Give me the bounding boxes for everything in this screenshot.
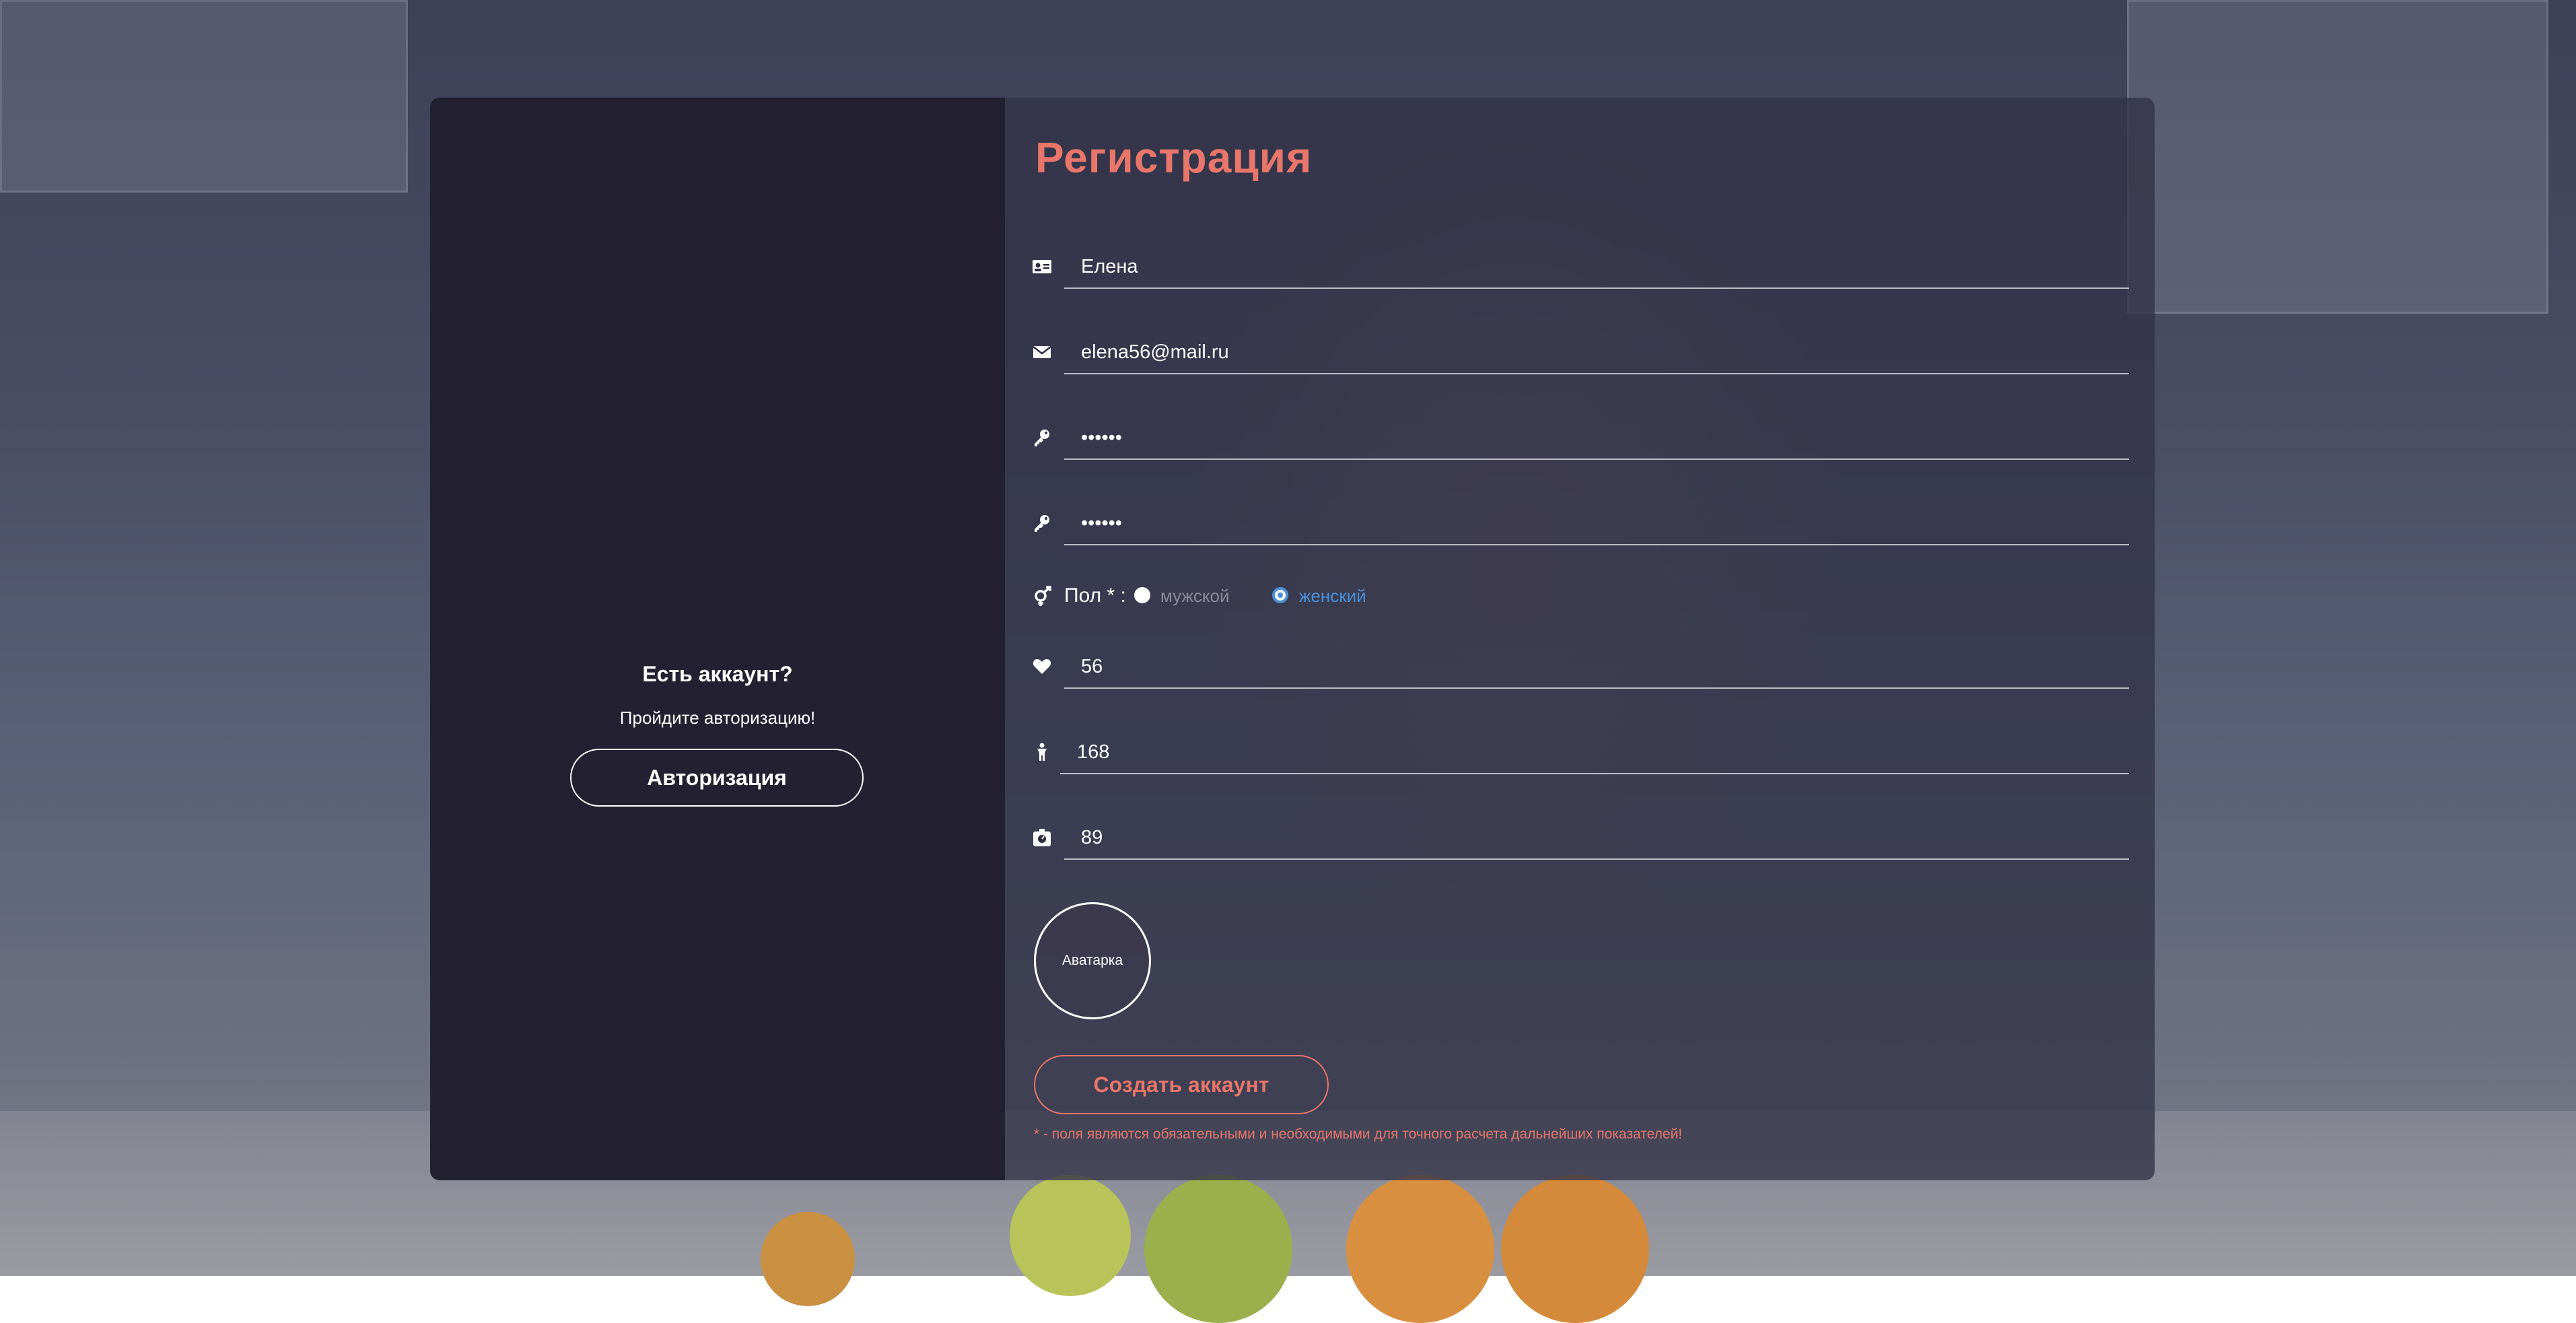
email-input[interactable]: elena56@mail.ru <box>1064 330 2129 374</box>
background-orange <box>1501 1175 1649 1323</box>
key-icon <box>1035 515 1049 532</box>
key-icon <box>1035 430 1049 446</box>
background-window <box>0 0 408 193</box>
name-input[interactable]: Елена <box>1064 244 2129 289</box>
login-prompt-subtitle: Пройдите авторизацию! <box>619 708 816 728</box>
gender-male-radio[interactable] <box>1134 587 1150 603</box>
password-input[interactable]: •••••• <box>1064 415 2129 460</box>
gender-selector: Пол * : мужской женский <box>1032 579 1840 613</box>
registration-form: Регистрация Елена elena56@mail.ru ••••••… <box>1005 98 2155 1180</box>
name-field: Елена <box>1032 244 2129 292</box>
id-card-icon <box>1033 260 1051 273</box>
gender-male-label[interactable]: мужской <box>1160 586 1230 607</box>
password-field: •••••• <box>1032 415 2129 463</box>
weight-field: 89 <box>1032 815 2129 862</box>
avatar-upload[interactable]: Аватарка <box>1034 902 1151 1019</box>
required-fields-note: * - поля являются обязательными и необхо… <box>1034 1126 1683 1142</box>
create-account-button[interactable]: Создать аккаунт <box>1034 1055 1329 1114</box>
weight-input[interactable]: 89 <box>1064 815 2129 860</box>
login-prompt-title: Есть аккаунт? <box>642 662 793 686</box>
radio-selected-dot <box>1278 592 1283 598</box>
gender-label: Пол * : <box>1064 584 1126 607</box>
background-window <box>2127 0 2548 314</box>
background-apple <box>1144 1175 1292 1323</box>
gender-icon <box>1035 586 1051 606</box>
password-confirm-input[interactable]: •••••• <box>1064 501 2129 545</box>
background-apple <box>1010 1175 1131 1296</box>
page-title: Регистрация <box>1035 133 1313 182</box>
registration-card: Есть аккаунт? Пройдите авторизацию! Авто… <box>430 98 2155 1180</box>
height-field: 168 <box>1032 730 2129 777</box>
gender-female-radio[interactable] <box>1272 587 1288 603</box>
heart-icon <box>1033 659 1051 674</box>
envelope-icon <box>1033 346 1051 358</box>
height-icon <box>1037 743 1047 761</box>
password-confirm-field: •••••• <box>1032 501 2129 548</box>
background-orange <box>1346 1175 1494 1323</box>
email-field: elena56@mail.ru <box>1032 330 2129 377</box>
gender-female-label[interactable]: женский <box>1299 586 1366 607</box>
scale-icon <box>1033 829 1051 846</box>
login-prompt-panel: Есть аккаунт? Пройдите авторизацию! Авто… <box>430 98 1005 1180</box>
age-input[interactable]: 56 <box>1064 644 2129 689</box>
age-field: 56 <box>1032 644 2129 691</box>
background-orange <box>761 1212 855 1306</box>
login-button[interactable]: Авторизация <box>570 749 864 807</box>
height-input[interactable]: 168 <box>1060 730 2129 774</box>
